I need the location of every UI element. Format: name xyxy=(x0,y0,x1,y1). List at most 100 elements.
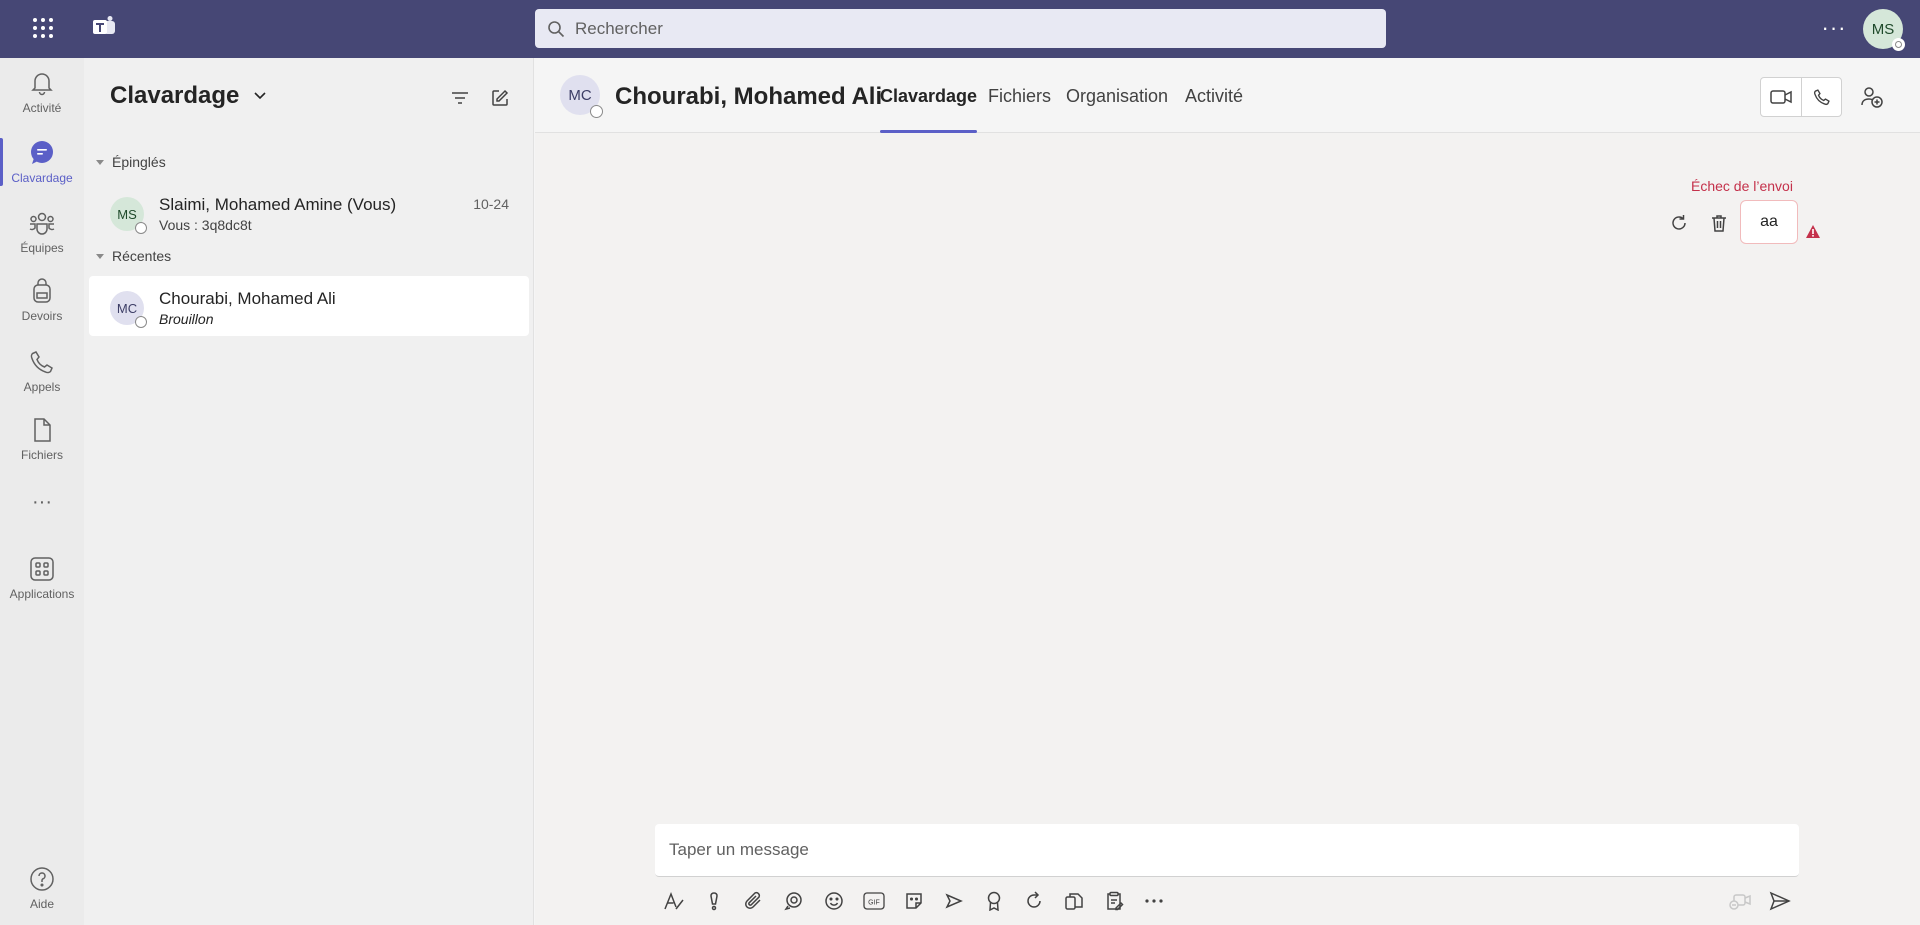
send-failed-label: Échec de l’envoi xyxy=(1691,178,1793,194)
attach-button[interactable] xyxy=(739,886,769,916)
retry-button[interactable] xyxy=(1665,209,1693,237)
chat-name: Slaimi, Mohamed Amine (Vous) xyxy=(159,195,397,214)
chat-list-item[interactable]: MS Slaimi, Mohamed Amine (Vous) Vous : 3… xyxy=(89,182,529,242)
chat-list-item[interactable]: MC Chourabi, Mohamed Ali Brouillon xyxy=(89,276,529,336)
refresh-arrow-icon xyxy=(1024,891,1044,911)
video-camera-icon xyxy=(1770,89,1792,105)
presence-status-icon xyxy=(135,222,147,234)
add-people-icon xyxy=(1861,86,1883,108)
phone-icon xyxy=(29,349,55,375)
rail-item-calls[interactable]: Appels xyxy=(0,339,84,403)
tab-organisation[interactable]: Organisation xyxy=(1066,86,1168,107)
compose-placeholder: Taper un message xyxy=(669,840,809,859)
emoji-icon xyxy=(824,891,844,911)
rail-item-label: Activité xyxy=(22,100,62,115)
user-avatar[interactable]: MS xyxy=(1863,9,1905,51)
important-button[interactable] xyxy=(699,886,729,916)
call-button-group xyxy=(1760,77,1842,117)
send-button[interactable] xyxy=(1765,886,1795,916)
rail-item-help[interactable]: Aide xyxy=(0,856,84,920)
bell-icon xyxy=(29,70,55,96)
rail-item-label: Équipes xyxy=(20,240,64,255)
rail-item-apps[interactable]: Applications xyxy=(0,546,84,610)
avatar[interactable]: MC xyxy=(560,75,603,118)
rail-more-button[interactable]: ··· xyxy=(0,480,84,524)
chat-icon xyxy=(29,140,55,166)
conversation-header: MC Chourabi, Mohamed Ali Clavardage Fich… xyxy=(535,58,1920,133)
copy-button[interactable] xyxy=(1059,886,1089,916)
app-rail: Activité Clavardage Équipes Devoirs Appe… xyxy=(0,58,84,925)
phone-icon xyxy=(1813,88,1831,106)
apps-icon xyxy=(29,556,55,582)
audio-call-button[interactable] xyxy=(1801,78,1841,116)
rail-item-assignments[interactable]: Devoirs xyxy=(0,268,84,332)
tab-files[interactable]: Fichiers xyxy=(988,86,1051,107)
send-icon xyxy=(1769,891,1791,911)
rail-item-chat[interactable]: Clavardage xyxy=(0,130,84,194)
chat-name: Chourabi, Mohamed Ali xyxy=(159,289,336,308)
message-bubble[interactable]: aa xyxy=(1740,200,1798,244)
tab-chat[interactable]: Clavardage xyxy=(880,86,978,133)
pinned-header-label: Épinglés xyxy=(112,154,166,170)
emoji-button[interactable] xyxy=(819,886,849,916)
filter-button[interactable] xyxy=(446,84,474,112)
avatar-initials: MC xyxy=(568,86,592,104)
chat-list-panel: Clavardage Épinglés MS Slaimi, Mohamed A… xyxy=(84,58,534,925)
praise-badge-icon xyxy=(985,891,1003,911)
search-icon xyxy=(547,20,565,38)
message-compose-input[interactable]: Taper un message xyxy=(655,824,1799,877)
add-people-button[interactable] xyxy=(1857,82,1887,112)
loop-component-button[interactable] xyxy=(779,886,809,916)
exclamation-icon xyxy=(708,891,720,911)
rail-item-label: Fichiers xyxy=(20,447,63,462)
praise-button[interactable] xyxy=(979,886,1009,916)
video-call-button[interactable] xyxy=(1761,78,1801,116)
avatar: MC xyxy=(110,291,147,328)
more-actions-button[interactable] xyxy=(1139,886,1169,916)
compose-icon xyxy=(491,89,509,107)
meet-now-icon xyxy=(944,891,964,911)
help-icon xyxy=(29,866,55,892)
app-launcher-icon[interactable] xyxy=(28,13,58,43)
rail-item-label: Applications xyxy=(9,586,75,601)
user-initials: MS xyxy=(1871,20,1895,38)
video-clip-icon xyxy=(1729,892,1751,910)
loop-refresh-button[interactable] xyxy=(1019,886,1049,916)
format-button[interactable] xyxy=(659,886,689,916)
rail-item-files[interactable]: Fichiers xyxy=(0,407,84,471)
error-warning-icon xyxy=(1805,224,1821,239)
rail-item-activity[interactable]: Activité xyxy=(0,60,84,124)
clipboard-edit-icon xyxy=(1104,891,1124,911)
delete-button[interactable] xyxy=(1705,209,1733,237)
more-options-button[interactable]: ··· xyxy=(1820,14,1848,42)
rail-item-teams[interactable]: Équipes xyxy=(0,200,84,264)
gif-icon: GIF xyxy=(863,892,885,910)
gif-button[interactable]: GIF xyxy=(859,886,889,916)
search-placeholder: Rechercher xyxy=(575,18,663,38)
tab-activity[interactable]: Activité xyxy=(1185,86,1243,107)
pinned-section-header[interactable]: Épinglés xyxy=(96,154,166,170)
approvals-button[interactable] xyxy=(1099,886,1129,916)
paperclip-icon xyxy=(744,891,764,911)
more-icon xyxy=(1144,898,1164,904)
meet-now-button[interactable] xyxy=(939,886,969,916)
sticker-button[interactable] xyxy=(899,886,929,916)
chat-list-title[interactable]: Clavardage xyxy=(110,82,267,110)
search-input[interactable]: Rechercher xyxy=(535,9,1386,48)
teams-logo-icon xyxy=(88,12,120,44)
svg-text:GIF: GIF xyxy=(868,900,880,907)
collapse-triangle-icon xyxy=(96,159,104,165)
top-bar: Rechercher ··· MS xyxy=(0,0,1920,58)
collapse-triangle-icon xyxy=(96,253,104,259)
chat-list-title-text: Clavardage xyxy=(110,82,240,109)
avatar-initials: MS xyxy=(117,206,137,222)
filter-icon xyxy=(451,90,469,106)
chat-timestamp: 10-24 xyxy=(473,196,509,212)
rail-item-label: Clavardage xyxy=(11,170,73,185)
recent-header-label: Récentes xyxy=(112,248,172,264)
recent-section-header[interactable]: Récentes xyxy=(96,248,171,264)
video-clip-button[interactable] xyxy=(1725,886,1755,916)
file-icon xyxy=(29,417,55,443)
new-chat-button[interactable] xyxy=(486,84,514,112)
chevron-down-icon xyxy=(253,91,267,101)
